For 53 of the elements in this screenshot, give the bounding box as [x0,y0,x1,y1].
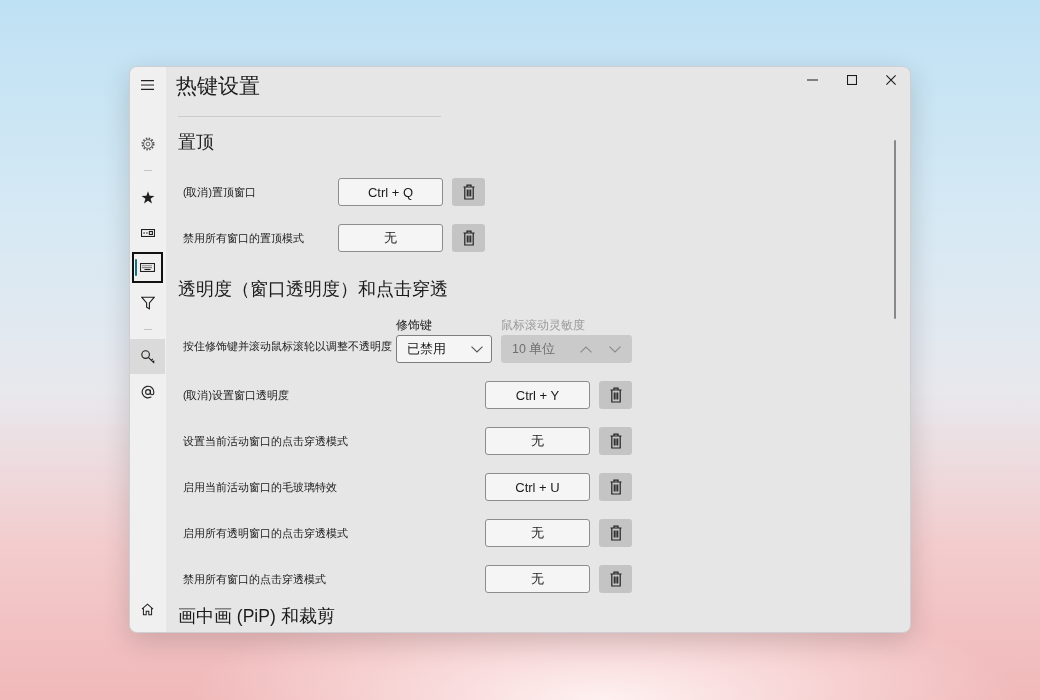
at-sign-icon [140,384,155,399]
section-heading: 透明度（窗口透明度）和点击穿透 [178,278,448,301]
setting-label: 启用当前活动窗口的毛玻璃特效 [183,480,337,495]
setting-label: 启用所有透明窗口的点击穿透模式 [183,526,348,541]
trash-icon [609,525,622,541]
hotkey-field[interactable]: 无 [485,427,590,455]
trash-icon [609,433,622,449]
key-icon [140,349,155,364]
chevron-down-icon [609,345,621,353]
delete-button[interactable] [599,519,632,547]
hotkey-field[interactable]: 无 [485,519,590,547]
filter-icon [140,295,155,310]
field-caption: 修饰键 [396,318,432,333]
hotkey-field[interactable]: Ctrl + Y [485,381,590,409]
keyboard-icon [140,263,155,272]
delete-button[interactable] [452,224,485,252]
delete-button[interactable] [599,565,632,593]
section-heading: 置顶 [178,131,214,154]
setting-label: (取消)设置窗口透明度 [183,388,289,403]
field-caption: 鼠标滚动灵敏度 [501,318,585,333]
delete-button[interactable] [452,178,485,206]
section-heading: 画中画 (PiP) 和裁剪 [178,606,335,627]
hotkey-field[interactable]: 无 [485,565,590,593]
star-icon [140,191,155,204]
trash-icon [609,479,622,495]
nav-item[interactable] [130,250,165,285]
trash-icon [462,184,475,200]
hotkey-field[interactable]: 无 [338,224,443,252]
trash-icon [609,571,622,587]
setting-label: 按住修饰键并滚动鼠标滚轮以调整不透明度 [183,339,392,354]
minimize-icon [807,79,818,81]
maximize-icon [846,75,857,85]
setting-label: (取消)置顶窗口 [183,185,256,200]
delete-button[interactable] [599,473,632,501]
trash-icon [609,387,622,403]
textbox-icon [140,228,155,237]
page-title: 热键设置 [176,73,260,99]
chevron-down-icon [471,345,483,353]
setting-label: 禁用所有窗口的点击穿透模式 [183,572,326,587]
settings-icon [140,136,155,151]
setting-label: 设置当前活动窗口的点击穿透模式 [183,434,348,449]
home-icon [141,603,154,616]
modifier-dropdown[interactable]: 已禁用 [396,335,492,363]
hotkey-field[interactable]: Ctrl + Q [338,178,443,206]
close-icon [885,75,896,85]
delete-button[interactable] [599,381,632,409]
scrollbar-thumb[interactable] [894,140,896,319]
chevron-up-icon [580,345,592,353]
menu-icon [141,79,154,90]
setting-label: 禁用所有窗口的置顶模式 [183,231,304,246]
delete-button[interactable] [599,427,632,455]
trash-icon [462,230,475,246]
hotkey-field[interactable]: Ctrl + U [485,473,590,501]
